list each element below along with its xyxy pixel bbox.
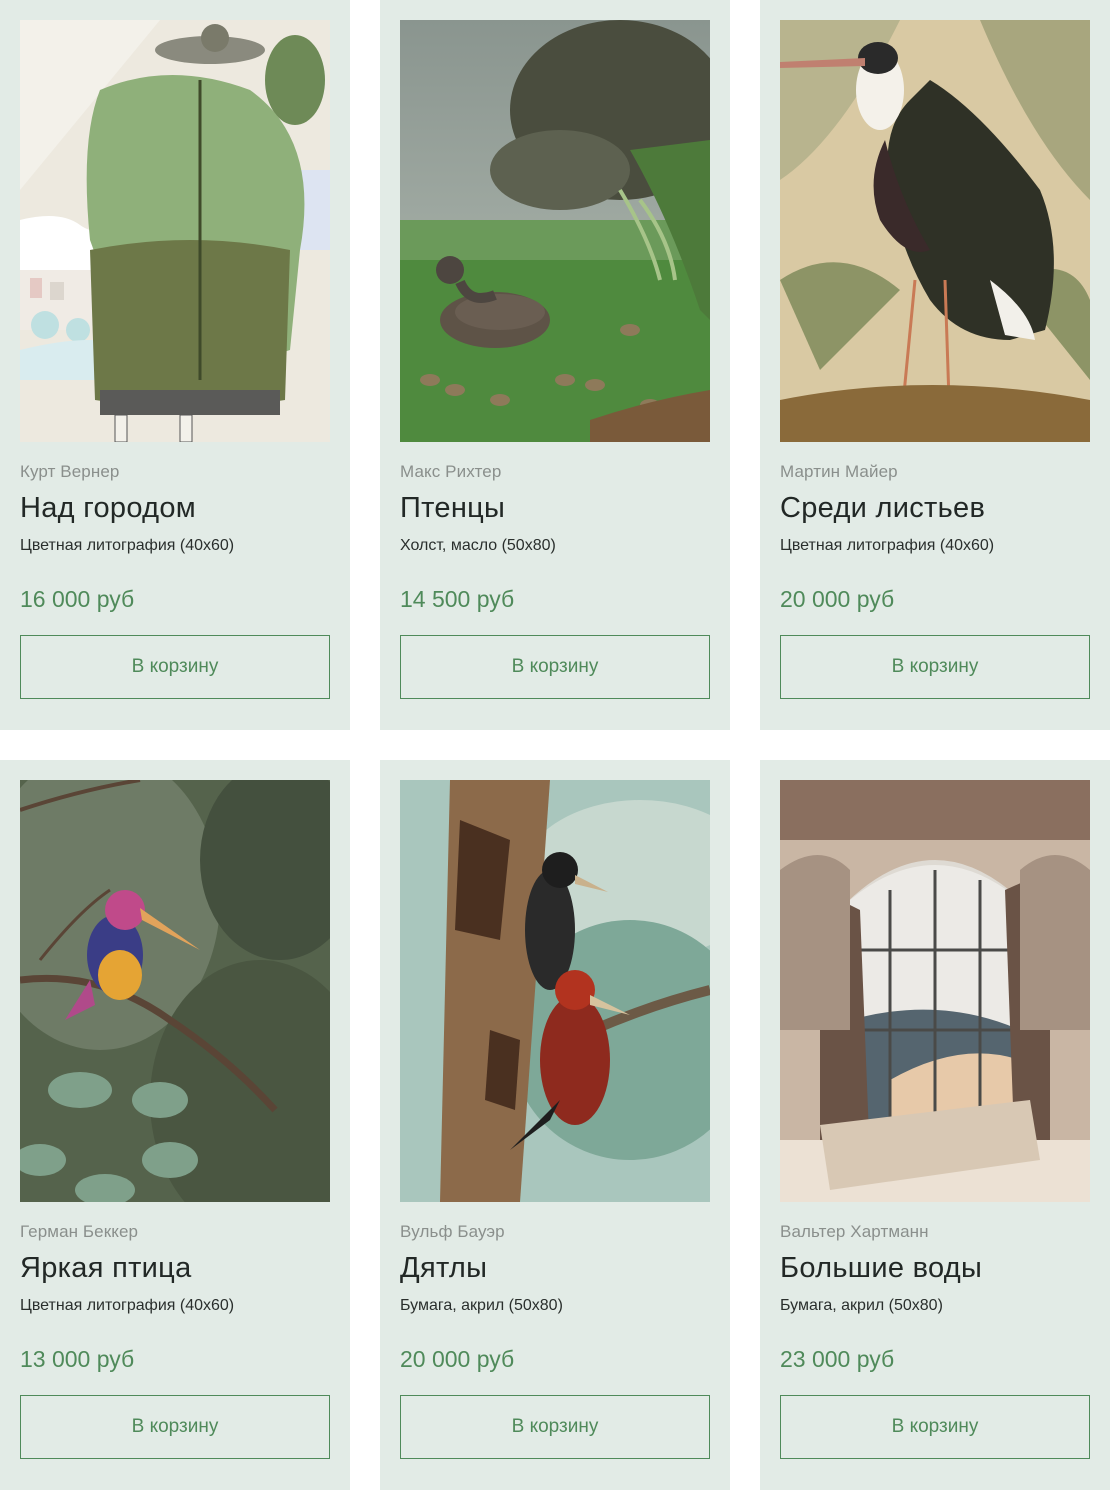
artwork-price: 20 000 руб	[400, 1346, 515, 1372]
artwork-image[interactable]	[400, 20, 710, 442]
artwork-medium: Бумага, акрил (50x80)	[400, 1297, 563, 1314]
artwork-medium: Цветная литография (40x60)	[20, 537, 235, 554]
add-to-cart-button[interactable]: В корзину	[780, 635, 1090, 699]
add-to-cart-button[interactable]: В корзину	[780, 1395, 1090, 1459]
artwork-price: 13 000 руб	[20, 1346, 135, 1372]
artwork-image[interactable]	[780, 20, 1090, 442]
add-to-cart-button[interactable]: В корзину	[400, 1395, 710, 1459]
add-to-cart-button[interactable]: В корзину	[20, 635, 330, 699]
artist-name: Вальтер Хартманн	[780, 1222, 929, 1241]
artwork-quail-chicks	[400, 20, 710, 442]
artwork-title[interactable]: Среди листьев	[780, 492, 985, 525]
artwork-medium: Цветная литография (40x60)	[780, 537, 995, 554]
artwork-woodpeckers	[400, 780, 710, 1202]
artwork-price: 16 000 руб	[20, 586, 135, 612]
artwork-image[interactable]	[780, 780, 1090, 1202]
artist-name: Герман Беккер	[20, 1222, 139, 1241]
artwork-title[interactable]: Дятлы	[400, 1252, 487, 1285]
product-card: Вальтер Хартманн Большие воды Бумага, ак…	[760, 760, 1110, 1490]
artwork-medium: Бумага, акрил (50x80)	[780, 1297, 943, 1314]
artwork-stork-leaves	[780, 20, 1090, 442]
product-card: Макс Рихтер Птенцы Холст, масло (50x80) …	[380, 0, 730, 730]
artwork-kingfisher	[20, 780, 330, 1202]
artwork-price: 20 000 руб	[780, 586, 895, 612]
artwork-title[interactable]: Яркая птица	[20, 1252, 192, 1285]
artwork-image[interactable]	[20, 780, 330, 1202]
artwork-title[interactable]: Большие воды	[780, 1252, 982, 1285]
artwork-title[interactable]: Птенцы	[400, 492, 505, 525]
artwork-image[interactable]	[400, 780, 710, 1202]
add-to-cart-button[interactable]: В корзину	[20, 1395, 330, 1459]
product-card: Герман Беккер Яркая птица Цветная литогр…	[0, 760, 350, 1490]
artwork-woman-over-city	[20, 20, 330, 442]
artist-name: Вульф Бауэр	[400, 1222, 505, 1241]
artwork-image[interactable]	[20, 20, 330, 442]
artist-name: Мартин Майер	[780, 462, 898, 481]
artist-name: Курт Вернер	[20, 462, 120, 481]
artwork-title[interactable]: Над городом	[20, 492, 196, 525]
artwork-medium: Холст, масло (50x80)	[400, 537, 556, 554]
artwork-medium: Цветная литография (40x60)	[20, 1297, 235, 1314]
artwork-price: 14 500 руб	[400, 586, 515, 612]
add-to-cart-button[interactable]: В корзину	[400, 635, 710, 699]
product-card: Курт Вернер Над городом Цветная литограф…	[0, 0, 350, 730]
artwork-price: 23 000 руб	[780, 1346, 895, 1372]
artwork-window-view	[780, 780, 1090, 1202]
product-card: Вульф Бауэр Дятлы Бумага, акрил (50x80) …	[380, 760, 730, 1490]
product-card: Мартин Майер Среди листьев Цветная литог…	[760, 0, 1110, 730]
artist-name: Макс Рихтер	[400, 462, 502, 481]
